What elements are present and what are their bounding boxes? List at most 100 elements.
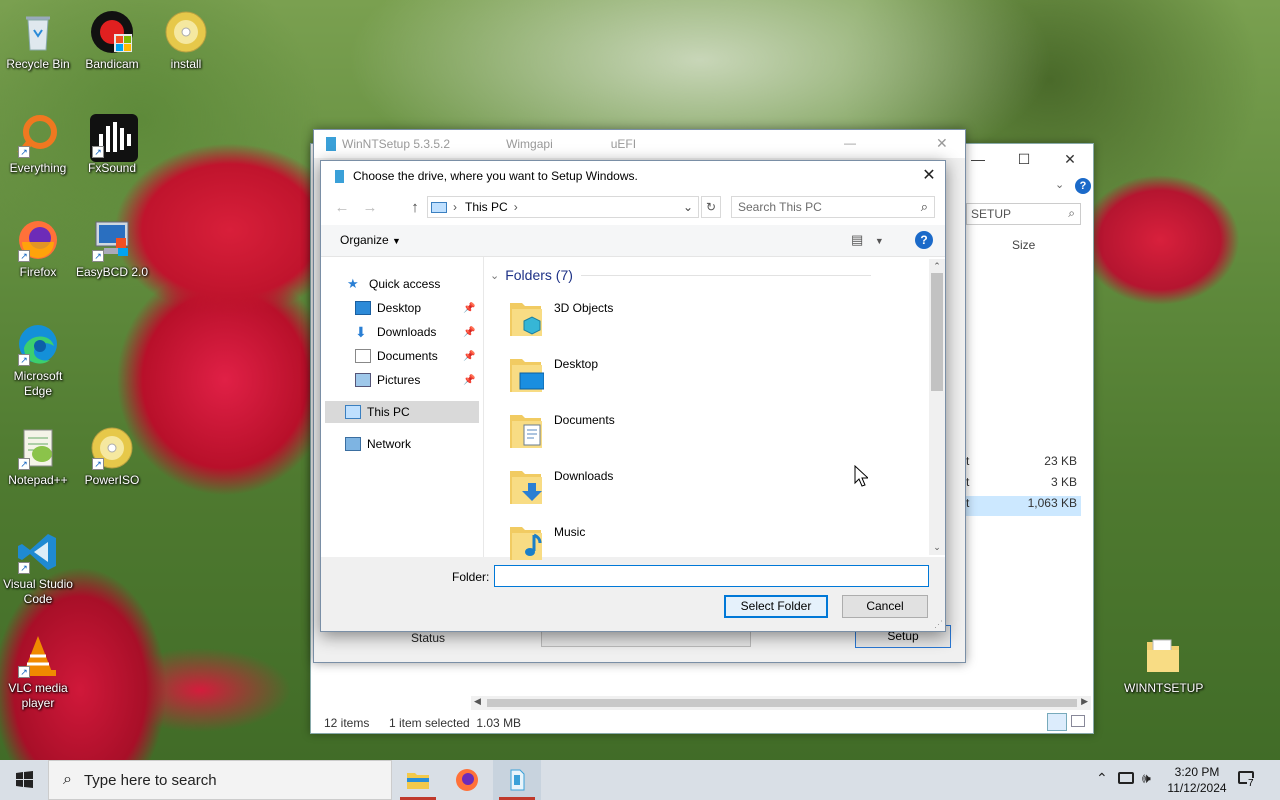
title-bar: WinNTSetup 5.3.5.2 Wimgapi uEFI — ✕ xyxy=(314,130,965,158)
nav-item-network[interactable]: Network xyxy=(345,433,505,455)
shortcut-arrow-icon: ↗ xyxy=(92,146,104,158)
folder-item[interactable]: Desktop xyxy=(508,353,808,401)
chevron-up-icon[interactable]: ⌃ xyxy=(1096,770,1108,787)
desktop-icon-recycle-bin[interactable]: Recycle Bin xyxy=(0,10,76,72)
nav-label: Quick access xyxy=(369,277,441,291)
nav-label: Documents xyxy=(377,349,438,363)
scroll-down-icon[interactable]: ⌄ xyxy=(929,542,945,553)
ribbon-expand-icon[interactable]: ⌄ xyxy=(1055,178,1064,191)
music-folder-icon xyxy=(508,521,544,563)
clock-time: 3:20 PM xyxy=(1174,765,1220,779)
desktop-icon-vlc[interactable]: ↗ VLC media player xyxy=(0,634,76,711)
folder-item[interactable]: 3D Objects xyxy=(508,297,808,345)
document-icon xyxy=(355,349,371,363)
taskbar-search-box[interactable]: ⌕ Type here to search xyxy=(48,760,392,800)
network-icon[interactable] xyxy=(1118,772,1134,784)
close-button[interactable]: ✕ xyxy=(936,135,948,152)
desktop-icon-label: install xyxy=(170,57,202,71)
change-view-button[interactable]: ▤ ▼ xyxy=(851,232,884,248)
resize-grip-icon[interactable]: ⋰ xyxy=(934,619,943,630)
organize-menu[interactable]: Organize ▼ xyxy=(340,233,401,247)
shortcut-arrow-icon: ↗ xyxy=(18,250,30,262)
network-icon xyxy=(345,437,361,451)
horizontal-scrollbar[interactable]: ◀ ▶ xyxy=(471,696,1091,710)
taskbar-firefox[interactable] xyxy=(443,760,491,800)
nav-item-this-pc[interactable]: This PC xyxy=(325,401,479,423)
desktop-icon-label: Microsoft Edge xyxy=(13,369,63,398)
file-size: 3 KB xyxy=(1050,475,1077,489)
desktop-icon-label: PowerISO xyxy=(84,473,140,487)
navigation-pane: ★ Quick access Desktop 📌 ⬇ Downloads 📌 D… xyxy=(321,257,483,557)
desktop-icon-install[interactable]: install xyxy=(148,10,224,72)
close-button[interactable]: ✕ xyxy=(1047,144,1093,174)
large-icons-view-icon[interactable] xyxy=(1071,715,1085,727)
search-input[interactable]: Search This PC ⌕ xyxy=(731,196,935,218)
cancel-button[interactable]: Cancel xyxy=(842,595,928,618)
dropdown-arrow-icon: ▼ xyxy=(874,236,884,246)
volume-icon[interactable]: 🕪 xyxy=(1142,770,1151,787)
scroll-right-icon[interactable]: ▶ xyxy=(1081,696,1088,707)
file-type: t xyxy=(966,454,970,468)
forward-arrow-icon[interactable]: → xyxy=(359,199,381,216)
desktop-icon-edge[interactable]: ↗ Microsoft Edge xyxy=(0,322,76,399)
search-text: SETUP xyxy=(971,207,1012,221)
desktop-icon-firefox[interactable]: ↗ Firefox xyxy=(0,218,76,280)
folder-item[interactable]: Documents xyxy=(508,409,808,457)
desktop-icon-label: VLC media player xyxy=(8,681,68,710)
group-header-label: Folders (7) xyxy=(505,267,573,283)
notifications-button[interactable]: 7 xyxy=(1234,768,1262,794)
close-button[interactable]: ✕ xyxy=(913,161,945,191)
folder-input[interactable] xyxy=(494,565,929,587)
search-icon: ⌕ xyxy=(63,771,72,788)
select-folder-button[interactable]: Select Folder xyxy=(724,595,828,618)
file-row[interactable]: t 3 KB xyxy=(966,475,1081,495)
dropdown-chevron-icon[interactable]: ⌄ xyxy=(683,200,693,214)
group-header-folders[interactable]: ⌄ Folders (7) xyxy=(490,267,871,283)
taskbar-file-explorer[interactable] xyxy=(394,760,442,800)
minimize-button[interactable]: — xyxy=(844,136,856,150)
app-icon xyxy=(335,169,344,183)
help-icon[interactable]: ? xyxy=(1075,178,1091,194)
file-row[interactable]: t 23 KB xyxy=(966,454,1081,474)
help-icon[interactable]: ? xyxy=(915,231,933,249)
file-row-selected[interactable]: t 1,063 KB xyxy=(966,496,1081,516)
start-button[interactable] xyxy=(0,760,48,800)
desktop-icon-label: Recycle Bin xyxy=(6,57,70,71)
easybcd-icon: ↗ xyxy=(90,218,134,262)
desktop-icon-vscode[interactable]: ↗ Visual Studio Code xyxy=(0,530,76,607)
desktop-folder-icon xyxy=(508,353,545,395)
folder-label: 3D Objects xyxy=(554,301,614,315)
desktop-icon-everything[interactable]: ↗ Everything xyxy=(0,114,76,176)
desktop-icon-easybcd[interactable]: ↗ EasyBCD 2.0 xyxy=(74,218,150,280)
scrollbar-thumb[interactable] xyxy=(931,273,943,391)
file-explorer-icon xyxy=(407,773,429,789)
system-clock[interactable]: 3:20 PM 11/12/2024 xyxy=(1162,764,1232,796)
scroll-left-icon[interactable]: ◀ xyxy=(474,696,481,707)
desktop-icon-winntsetup[interactable]: WINNTSETUP xyxy=(1124,634,1203,696)
scrollbar-thumb[interactable] xyxy=(487,699,1077,707)
scroll-up-icon[interactable]: ⌃ xyxy=(929,261,945,272)
fxsound-icon: ↗ xyxy=(90,114,138,162)
desktop-icon-notepadpp[interactable]: ↗ Notepad++ xyxy=(0,426,76,488)
status-label: Status xyxy=(411,631,446,645)
maximize-button[interactable]: ☐ xyxy=(1001,144,1047,174)
refresh-button[interactable]: ↻ xyxy=(701,196,721,218)
desktop-icon-bandicam[interactable]: Bandicam xyxy=(74,10,150,72)
explorer-search-input[interactable]: SETUP ⌕ xyxy=(966,203,1081,225)
folder-item[interactable]: Downloads xyxy=(508,465,808,513)
vscode-icon: ↗ xyxy=(16,530,60,574)
back-arrow-icon[interactable]: ← xyxy=(331,199,353,216)
shortcut-arrow-icon: ↗ xyxy=(92,250,104,262)
address-bar[interactable]: › This PC › ⌄ xyxy=(427,196,699,218)
vertical-scrollbar[interactable]: ⌃ ⌄ xyxy=(929,259,945,555)
folder-item[interactable]: Music xyxy=(508,521,808,569)
desktop-icon-poweriso[interactable]: ↗ PowerISO xyxy=(74,426,150,488)
desktop-icon-fxsound[interactable]: ↗ FxSound xyxy=(74,114,150,176)
taskbar-winntsetup[interactable] xyxy=(493,760,541,800)
column-header-size[interactable]: Size xyxy=(1012,238,1035,252)
edge-icon: ↗ xyxy=(16,322,60,366)
up-arrow-icon[interactable]: ↑ xyxy=(404,199,426,216)
address-text: This PC xyxy=(465,200,508,214)
status-bar: 12 items 1 item selected 1.03 MB xyxy=(311,710,1093,734)
details-view-icon[interactable] xyxy=(1047,713,1067,731)
